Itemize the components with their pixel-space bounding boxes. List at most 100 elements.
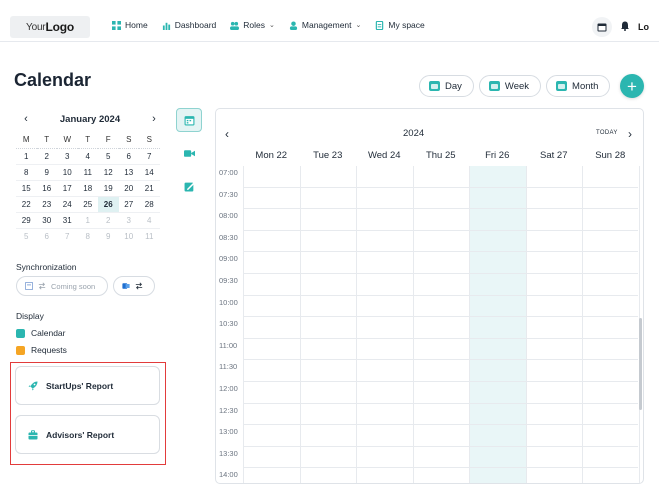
mini-calendar-day[interactable]: 22 xyxy=(16,196,37,212)
nav-item-roles[interactable]: Roles ⌄ xyxy=(230,20,275,30)
mini-calendar-day[interactable]: 23 xyxy=(36,196,57,212)
today-button[interactable]: TODAY xyxy=(596,130,618,136)
mini-calendar-day[interactable]: 4 xyxy=(139,212,160,228)
mini-calendar-day[interactable]: 11 xyxy=(77,164,98,180)
mini-calendar-day[interactable]: 7 xyxy=(57,228,78,244)
calendar-month-icon xyxy=(556,81,568,91)
advisors-report-button[interactable]: Advisors' Report xyxy=(15,415,160,454)
mini-calendar-day[interactable]: 16 xyxy=(36,180,57,196)
briefcase-icon xyxy=(28,429,38,439)
week-time-grid[interactable]: 07:00 07:30 08:00 08:30 09:00 09:30 10:00 10:30… xyxy=(216,166,643,483)
time-slot-divider xyxy=(243,208,638,210)
week-view-button[interactable]: Week xyxy=(478,75,542,97)
time-label: 13:00 xyxy=(219,427,238,437)
mini-calendar-day[interactable]: 14 xyxy=(139,164,160,180)
chevron-down-icon: ⌄ xyxy=(269,22,275,29)
mini-calendar-prev-button[interactable]: ‹ xyxy=(20,113,32,125)
mini-calendar-day[interactable]: 9 xyxy=(36,164,57,180)
mini-calendar-day[interactable]: 31 xyxy=(57,212,78,228)
day-column-divider xyxy=(243,166,244,483)
mini-calendar-day[interactable]: 6 xyxy=(118,148,139,164)
mini-calendar-day[interactable]: 8 xyxy=(77,228,98,244)
page-title: Calendar xyxy=(14,70,92,90)
mini-calendar-day[interactable]: 28 xyxy=(139,196,160,212)
time-slot-divider xyxy=(243,424,638,426)
display-item-calendar[interactable]: Calendar xyxy=(16,328,66,338)
calendar-app-icon xyxy=(25,282,33,290)
mini-calendar-day[interactable]: 29 xyxy=(16,212,37,228)
month-view-button[interactable]: Month xyxy=(546,75,611,97)
startups-report-button[interactable]: StartUps' Report xyxy=(15,366,160,405)
nav-item-my-space[interactable]: My space xyxy=(375,20,425,30)
time-label: 09:30 xyxy=(219,276,238,285)
coming-soon-label: Coming soon xyxy=(51,281,96,291)
mini-calendar-day[interactable]: 4 xyxy=(77,148,98,164)
mini-calendar-day[interactable]: 27 xyxy=(118,196,139,212)
mini-calendar-day[interactable]: 17 xyxy=(57,180,78,196)
time-label: 07:30 xyxy=(219,189,238,199)
week-next-button[interactable]: › xyxy=(628,127,632,141)
mini-calendar-day[interactable]: 11 xyxy=(139,228,160,244)
mini-calendar-day[interactable]: 3 xyxy=(57,148,78,164)
day-view-button[interactable]: Day xyxy=(419,75,474,97)
mini-calendar-day[interactable]: 30 xyxy=(36,212,57,228)
time-label: 08:30 xyxy=(219,232,238,242)
mini-calendar-next-button[interactable]: › xyxy=(148,113,160,125)
weekday-header: S xyxy=(126,135,132,144)
day-column-header: Thu 25 xyxy=(425,150,456,161)
mini-calendar-day[interactable]: 5 xyxy=(16,228,37,244)
week-prev-button[interactable]: ‹ xyxy=(225,127,229,141)
mini-calendar-day[interactable]: 15 xyxy=(16,180,37,196)
mini-calendar-day[interactable]: 7 xyxy=(139,148,160,164)
users-icon xyxy=(230,21,240,30)
calendar-shortcut-button[interactable] xyxy=(592,17,612,37)
time-label: 08:00 xyxy=(219,211,238,221)
day-column-header: Tue 23 xyxy=(313,150,343,161)
mini-calendar-day[interactable]: 26 xyxy=(98,196,119,212)
user-account-logo[interactable]: Lo xyxy=(638,22,649,32)
video-camera-icon xyxy=(183,149,195,157)
mini-calendar-day[interactable]: 9 xyxy=(98,228,119,244)
mini-calendar-day[interactable]: 6 xyxy=(36,228,57,244)
mini-calendar-day[interactable]: 1 xyxy=(16,148,37,164)
mini-calendar-day[interactable]: 10 xyxy=(57,164,78,180)
time-slot-divider xyxy=(243,467,638,469)
outlook-sync-button[interactable] xyxy=(113,276,155,296)
time-slot-divider xyxy=(243,359,638,361)
mini-calendar-day[interactable]: 21 xyxy=(139,180,160,196)
time-grid-scrollbar[interactable] xyxy=(639,318,642,410)
day-column-divider xyxy=(525,166,527,483)
week-view-label: Week xyxy=(504,80,530,92)
day-column-divider xyxy=(582,166,583,483)
mini-calendar-day[interactable]: 2 xyxy=(98,212,119,228)
add-event-button[interactable]: + xyxy=(620,74,644,98)
mini-calendar-day[interactable]: 1 xyxy=(77,212,98,228)
mini-calendar-day[interactable]: 24 xyxy=(57,196,78,212)
sync-arrows-icon xyxy=(135,282,143,290)
chevron-down-icon: ⌄ xyxy=(355,22,362,29)
mini-calendar-day[interactable]: 3 xyxy=(118,212,139,228)
mini-calendar-day[interactable]: 8 xyxy=(16,164,37,180)
display-item-requests[interactable]: Requests xyxy=(16,345,67,355)
mini-calendar-day[interactable]: 18 xyxy=(77,180,98,196)
top-navbar: Your Logo Home Dashboard Roles ⌄ Manageme… xyxy=(0,0,659,42)
day-column-divider xyxy=(356,166,357,483)
mini-calendar-day[interactable]: 19 xyxy=(98,180,119,196)
sync-section-label: Synchronization xyxy=(16,262,77,272)
nav-item-home[interactable]: Home xyxy=(112,20,148,30)
calendar-tool-button[interactable] xyxy=(176,108,202,132)
mini-calendar-day[interactable]: 13 xyxy=(118,164,139,180)
time-slot-divider xyxy=(243,186,638,188)
notifications-button[interactable] xyxy=(620,18,630,36)
notes-tool-button[interactable] xyxy=(176,174,202,198)
mini-calendar-day[interactable]: 12 xyxy=(98,164,119,180)
mini-calendar-day[interactable]: 20 xyxy=(118,180,139,196)
mini-calendar-day[interactable]: 25 xyxy=(77,196,98,212)
mini-calendar-day[interactable]: 10 xyxy=(118,228,139,244)
nav-item-management[interactable]: Management ⌄ xyxy=(289,20,362,30)
video-call-tool-button[interactable] xyxy=(176,141,202,165)
nav-item-dashboard[interactable]: Dashboard xyxy=(162,20,216,30)
mini-calendar-day[interactable]: 2 xyxy=(36,148,57,164)
mini-calendar-day[interactable]: 5 xyxy=(98,148,119,164)
brand-logo[interactable]: Your Logo xyxy=(10,16,90,38)
